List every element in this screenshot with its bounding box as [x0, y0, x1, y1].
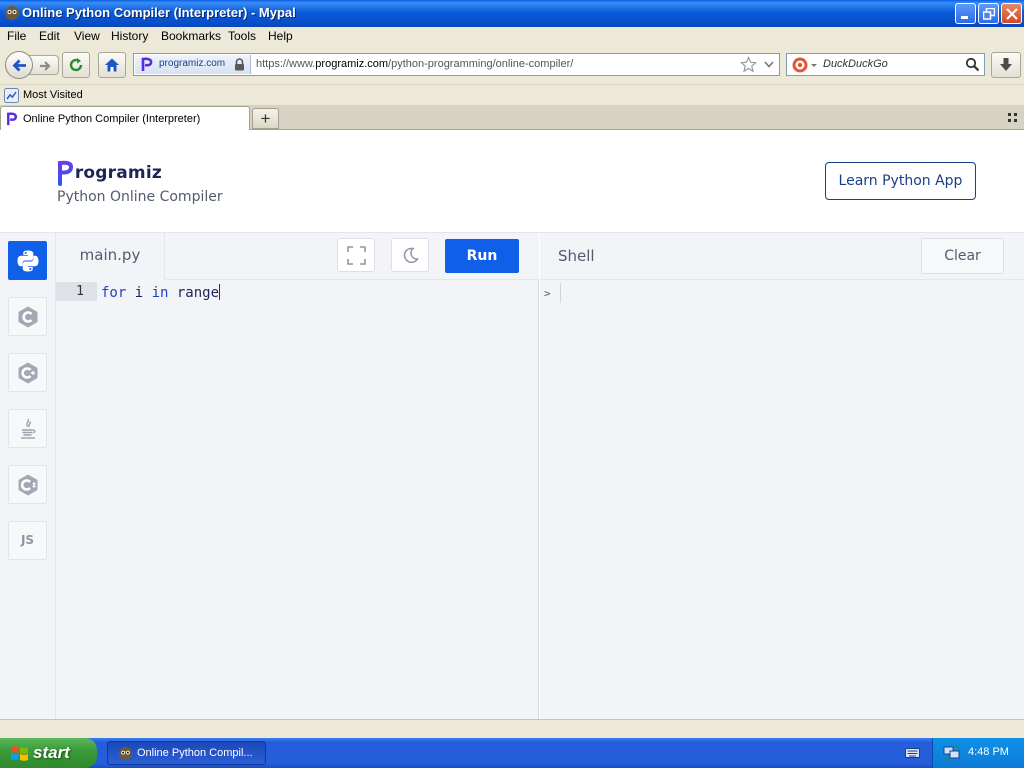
- taskbar-item-mypal[interactable]: Online Python Compil...: [107, 741, 266, 765]
- home-button[interactable]: [98, 52, 126, 78]
- reload-icon: [69, 58, 83, 72]
- file-tab-main-py[interactable]: main.py: [56, 233, 165, 280]
- windows-flag-icon: [11, 746, 28, 761]
- learn-python-app-button[interactable]: Learn Python App: [825, 162, 976, 200]
- language-python[interactable]: [8, 241, 47, 280]
- lock-icon: [235, 58, 244, 71]
- clock: 4:48 PM: [968, 746, 1009, 758]
- fullscreen-icon: [347, 246, 366, 265]
- language-javascript[interactable]: JS: [8, 521, 47, 560]
- menu-bar: File Edit View History Bookmarks Tools H…: [0, 27, 1024, 46]
- window-title-bar[interactable]: Online Python Compiler (Interpreter) - M…: [0, 0, 1024, 27]
- forward-button[interactable]: [29, 55, 59, 75]
- menu-edit[interactable]: Edit: [39, 29, 60, 43]
- code-editor-pane: main.py Run 1 for i in range: [56, 233, 539, 719]
- search-icon[interactable]: [965, 57, 980, 72]
- browser-status-bar: [0, 719, 1024, 738]
- mypal-app-icon: [5, 6, 19, 20]
- address-bar[interactable]: programiz.com https://www.programiz.com/…: [133, 53, 780, 76]
- language-cpp[interactable]: [8, 353, 47, 392]
- line-number: 1: [76, 284, 84, 299]
- editor-toolbar: main.py Run: [56, 233, 539, 280]
- network-icon[interactable]: [943, 745, 961, 761]
- search-bar[interactable]: DuckDuckGo: [786, 53, 985, 76]
- most-visited-icon: [4, 88, 19, 103]
- language-java[interactable]: [8, 409, 47, 448]
- home-icon: [105, 58, 119, 72]
- tab-strip: Online Python Compiler (Interpreter) +: [0, 105, 1024, 130]
- menu-view[interactable]: View: [74, 29, 100, 43]
- language-c[interactable]: [8, 297, 47, 336]
- reload-button[interactable]: [62, 52, 90, 78]
- taskbar-item-label: Online Python Compil...: [137, 747, 253, 759]
- bookmark-most-visited[interactable]: Most Visited: [23, 89, 83, 101]
- programiz-logo-mark-icon: [58, 160, 73, 186]
- code-line-1[interactable]: for i in range: [101, 284, 221, 301]
- menu-file[interactable]: File: [7, 29, 26, 43]
- shell-prompt: >: [544, 287, 551, 300]
- restore-button[interactable]: [978, 3, 999, 24]
- windows-taskbar: start Online Python Compil... 4:48 PM: [0, 738, 1024, 768]
- mypal-app-icon: [118, 746, 133, 761]
- back-forward-group: [5, 51, 61, 79]
- back-arrow-icon: [12, 59, 26, 72]
- bookmark-star-icon[interactable]: [740, 56, 757, 73]
- search-placeholder: DuckDuckGo: [823, 58, 888, 70]
- tab-list-icon[interactable]: [1008, 113, 1018, 123]
- start-label: start: [33, 743, 70, 762]
- shell-input[interactable]: [560, 283, 561, 303]
- shell-label: Shell: [558, 247, 595, 265]
- menu-help[interactable]: Help: [268, 29, 293, 43]
- url-text[interactable]: https://www.programiz.com/python-program…: [256, 58, 573, 70]
- shell-toolbar: Shell Clear: [540, 233, 1024, 280]
- tab-programiz-compiler[interactable]: Online Python Compiler (Interpreter): [0, 106, 250, 130]
- web-page: rogramiz Python Online Compiler Learn Py…: [0, 130, 1024, 719]
- tab-label: Online Python Compiler (Interpreter): [23, 113, 201, 125]
- programiz-logo[interactable]: rogramiz: [57, 160, 162, 186]
- bookmarks-toolbar: Most Visited: [0, 84, 1024, 105]
- c-language-icon: [18, 306, 38, 328]
- language-sidebar: JS: [0, 233, 56, 719]
- run-button[interactable]: Run: [445, 239, 519, 273]
- page-subtitle: Python Online Compiler: [57, 189, 223, 205]
- site-header: rogramiz Python Online Compiler Learn Py…: [0, 130, 1024, 233]
- identity-domain: programiz.com: [159, 58, 226, 69]
- chevron-down-icon[interactable]: [764, 61, 774, 68]
- menu-tools[interactable]: Tools: [228, 29, 256, 43]
- window-title: Online Python Compiler (Interpreter) - M…: [22, 5, 296, 20]
- back-button[interactable]: [5, 51, 33, 79]
- cpp-language-icon: [18, 362, 38, 384]
- downloads-button[interactable]: [991, 52, 1021, 78]
- start-button[interactable]: start: [0, 738, 97, 768]
- keyboard-icon[interactable]: [905, 746, 920, 759]
- programiz-favicon: [141, 57, 153, 71]
- code-area[interactable]: 1 for i in range: [56, 280, 539, 719]
- fullscreen-button[interactable]: [337, 238, 375, 272]
- minimize-button[interactable]: [955, 3, 976, 24]
- system-tray: 4:48 PM: [932, 738, 1024, 768]
- forward-arrow-icon: [40, 61, 51, 71]
- new-tab-button[interactable]: +: [252, 108, 279, 129]
- language-csharp[interactable]: [8, 465, 47, 504]
- moon-icon: [403, 247, 419, 264]
- logo-text: rogramiz: [74, 163, 162, 183]
- python-icon: [17, 250, 39, 272]
- js-label: JS: [20, 533, 35, 547]
- duckduckgo-icon: [792, 57, 817, 73]
- menu-history[interactable]: History: [111, 29, 148, 43]
- close-button[interactable]: [1001, 3, 1022, 24]
- csharp-language-icon: [18, 474, 38, 496]
- menu-bookmarks[interactable]: Bookmarks: [161, 29, 221, 43]
- clear-button[interactable]: Clear: [921, 238, 1004, 274]
- shell-pane: Shell Clear >: [540, 233, 1024, 719]
- java-icon: [21, 418, 36, 439]
- programiz-favicon: [7, 112, 18, 126]
- site-identity-button[interactable]: programiz.com: [135, 55, 251, 74]
- text-cursor: [219, 284, 221, 300]
- search-engine-selector[interactable]: [791, 56, 821, 77]
- download-arrow-icon: [1000, 58, 1012, 71]
- dark-mode-toggle[interactable]: [391, 238, 429, 272]
